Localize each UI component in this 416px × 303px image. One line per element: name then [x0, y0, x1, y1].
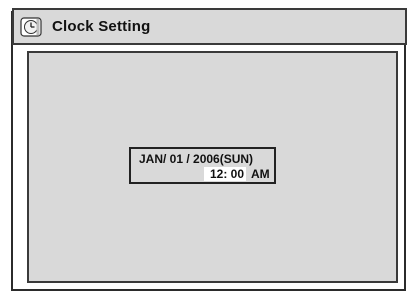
- datetime-box[interactable]: JAN/ 01 / 2006(SUN) 12: 00 AM: [129, 147, 276, 184]
- title-bar: Clock Setting: [12, 8, 407, 45]
- content-area: JAN/ 01 / 2006(SUN) 12: 00 AM: [27, 51, 398, 283]
- date-field[interactable]: JAN/ 01 / 2006(SUN): [139, 152, 253, 166]
- clock-setting-icon: [20, 17, 42, 37]
- page-title: Clock Setting: [52, 18, 151, 35]
- ampm-field[interactable]: AM: [251, 167, 270, 181]
- time-field[interactable]: 12: 00: [210, 167, 244, 181]
